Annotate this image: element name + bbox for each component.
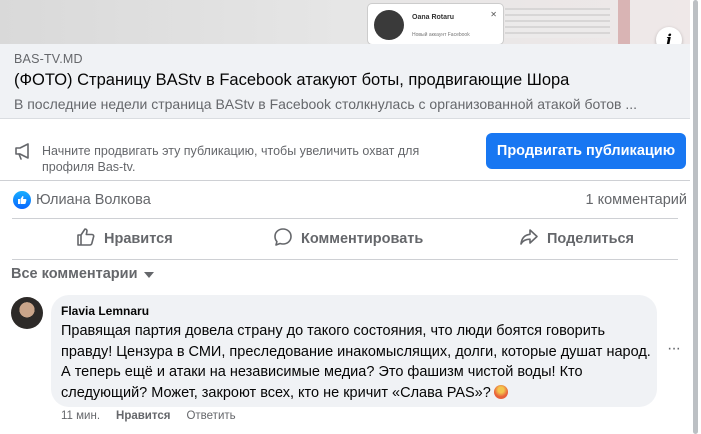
reactor-name[interactable]: Юлиана Волкова bbox=[36, 192, 151, 208]
preview-card-name: Oana Rotaru bbox=[412, 14, 455, 21]
like-label: Нравится bbox=[104, 231, 173, 247]
divider bbox=[12, 259, 678, 260]
comments-filter-dropdown[interactable]: Все комментарии bbox=[11, 266, 154, 282]
preview-close-icon: ✕ bbox=[490, 10, 497, 19]
chevron-down-icon bbox=[143, 272, 154, 278]
like-badge-icon[interactable] bbox=[13, 191, 31, 209]
comment-reply-link[interactable]: Ответить bbox=[186, 410, 235, 422]
scrollbar[interactable] bbox=[690, 0, 701, 434]
preview-decoration bbox=[618, 0, 630, 44]
comment-meta: 11 мин. Нравится Ответить bbox=[61, 410, 236, 422]
promote-text: Начните продвигать эту публикацию, чтобы… bbox=[42, 144, 420, 174]
preview-screenshot-card: Oana Rotaru Новый аккаунт Facebook ✕ bbox=[368, 4, 503, 44]
comment-label: Комментировать bbox=[301, 231, 424, 247]
share-label: Поделиться bbox=[547, 231, 635, 247]
share-icon bbox=[519, 227, 539, 251]
comment-icon bbox=[273, 227, 293, 251]
link-preview-meta[interactable]: BAS-TV.MD (ФОТО) Страницу BAStv в Facebo… bbox=[0, 44, 690, 119]
link-title[interactable]: (ФОТО) Страницу BAStv в Facebook атакуют… bbox=[14, 71, 569, 90]
comment-bubble: Flavia Lemnaru Правящая партия довела ст… bbox=[51, 295, 657, 407]
preview-avatar bbox=[374, 10, 404, 40]
scrollbar-thumb[interactable] bbox=[693, 0, 698, 434]
comment-text: Правящая партия довела страну до такого … bbox=[61, 323, 651, 401]
share-button[interactable]: Поделиться bbox=[519, 222, 634, 256]
comment-button[interactable]: Комментировать bbox=[273, 222, 423, 256]
promote-post-button[interactable]: Продвигать публикацию bbox=[486, 133, 686, 169]
link-domain: BAS-TV.MD bbox=[14, 52, 83, 66]
more-icon[interactable]: ··· bbox=[667, 340, 681, 358]
divider bbox=[12, 218, 678, 219]
megaphone-icon bbox=[14, 142, 34, 165]
divider bbox=[0, 180, 690, 181]
comment-time[interactable]: 11 мин. bbox=[61, 410, 100, 422]
comment-author[interactable]: Flavia Lemnaru bbox=[61, 304, 149, 318]
comments-filter-label: Все комментарии bbox=[11, 266, 138, 282]
link-preview-image[interactable]: Oana Rotaru Новый аккаунт Facebook ✕ bbox=[0, 0, 690, 44]
avatar[interactable] bbox=[11, 297, 43, 329]
comment-count[interactable]: 1 комментарий bbox=[586, 192, 687, 208]
link-description: В последние недели страница BAStv в Face… bbox=[14, 96, 638, 112]
angry-emoji-icon bbox=[493, 384, 508, 399]
preview-text-block bbox=[505, 8, 610, 38]
like-button[interactable]: Нравится bbox=[76, 222, 173, 256]
thumbs-up-icon bbox=[76, 227, 96, 251]
comment-like-link[interactable]: Нравится bbox=[116, 410, 170, 422]
promote-profile: Bas-tv bbox=[97, 160, 132, 174]
preview-card-sub: Новый аккаунт Facebook bbox=[412, 32, 470, 38]
